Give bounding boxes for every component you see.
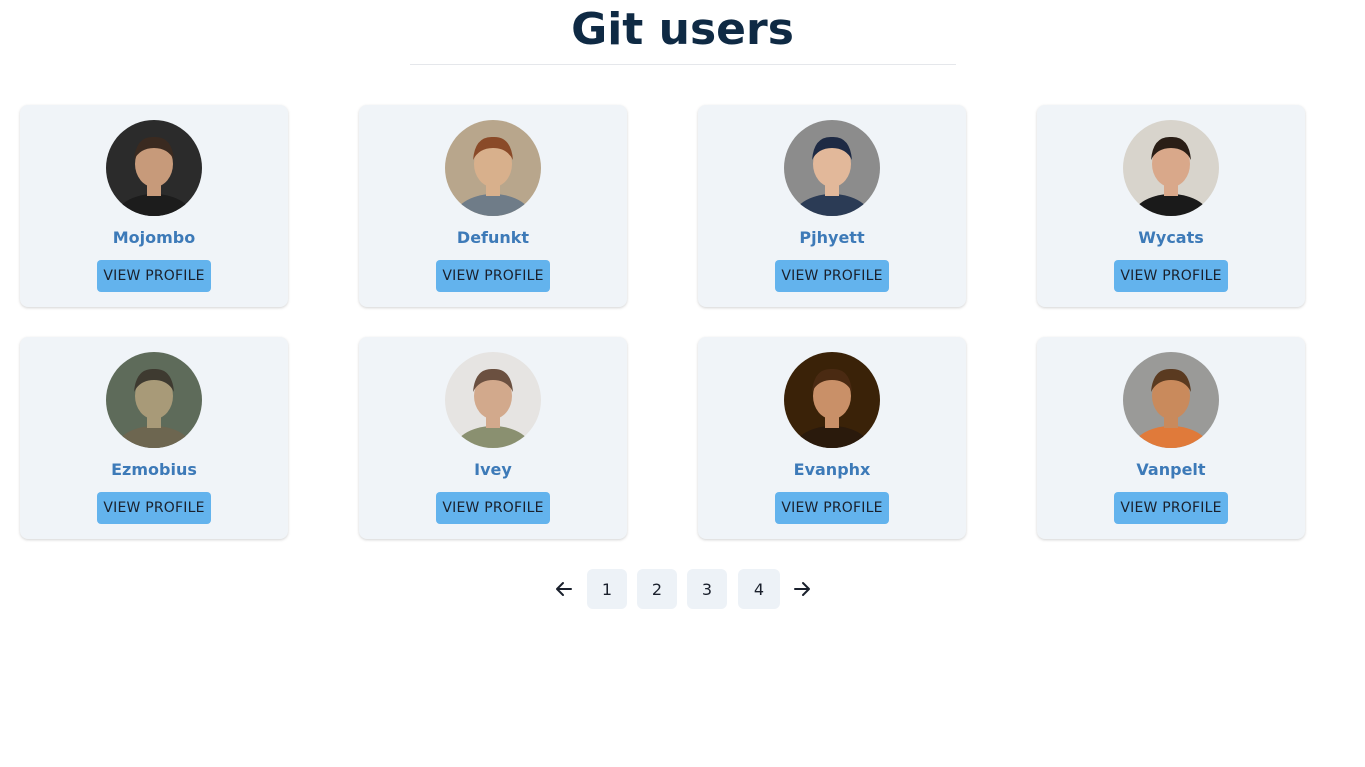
avatar[interactable] [106,120,202,216]
arrow-left-icon [556,582,572,596]
page-title: Git users [571,4,794,55]
user-card: Wycats VIEW PROFILE [1037,105,1305,307]
username[interactable]: Ezmobius [20,460,288,479]
previous-page-button[interactable] [548,569,580,609]
user-card: Vanpelt VIEW PROFILE [1037,337,1305,539]
avatar-portrait [1123,120,1219,216]
title-divider [410,64,956,65]
username[interactable]: Defunkt [359,228,627,247]
view-profile-button[interactable]: VIEW PROFILE [775,492,889,524]
view-profile-button[interactable]: VIEW PROFILE [436,492,550,524]
pagination: 1 2 3 4 [0,569,1365,609]
view-profile-button[interactable]: VIEW PROFILE [436,260,550,292]
avatar[interactable] [445,120,541,216]
page-button-4[interactable]: 4 [738,569,780,609]
avatar[interactable] [1123,120,1219,216]
avatar-portrait [445,352,541,448]
view-profile-button[interactable]: VIEW PROFILE [97,260,211,292]
avatar-portrait [784,120,880,216]
view-profile-button[interactable]: VIEW PROFILE [97,492,211,524]
username[interactable]: Ivey [359,460,627,479]
username[interactable]: Wycats [1037,228,1305,247]
avatar[interactable] [784,120,880,216]
next-page-button[interactable] [786,569,818,609]
page-button-2[interactable]: 2 [637,569,677,609]
username[interactable]: Evanphx [698,460,966,479]
user-card: Evanphx VIEW PROFILE [698,337,966,539]
avatar[interactable] [784,352,880,448]
avatar[interactable] [445,352,541,448]
avatar-portrait [445,120,541,216]
avatar-portrait [1123,352,1219,448]
username[interactable]: Vanpelt [1037,460,1305,479]
username[interactable]: Mojombo [20,228,288,247]
view-profile-button[interactable]: VIEW PROFILE [775,260,889,292]
user-card: Ezmobius VIEW PROFILE [20,337,288,539]
user-card: Mojombo VIEW PROFILE [20,105,288,307]
page-button-1[interactable]: 1 [587,569,627,609]
arrow-right-icon [794,582,810,596]
avatar-portrait [106,352,202,448]
user-card: Ivey VIEW PROFILE [359,337,627,539]
view-profile-button[interactable]: VIEW PROFILE [1114,260,1228,292]
view-profile-button[interactable]: VIEW PROFILE [1114,492,1228,524]
avatar[interactable] [1123,352,1219,448]
user-card: Pjhyett VIEW PROFILE [698,105,966,307]
user-card: Defunkt VIEW PROFILE [359,105,627,307]
avatar-portrait [106,120,202,216]
page-button-3[interactable]: 3 [687,569,727,609]
username[interactable]: Pjhyett [698,228,966,247]
avatar-portrait [784,352,880,448]
avatar[interactable] [106,352,202,448]
